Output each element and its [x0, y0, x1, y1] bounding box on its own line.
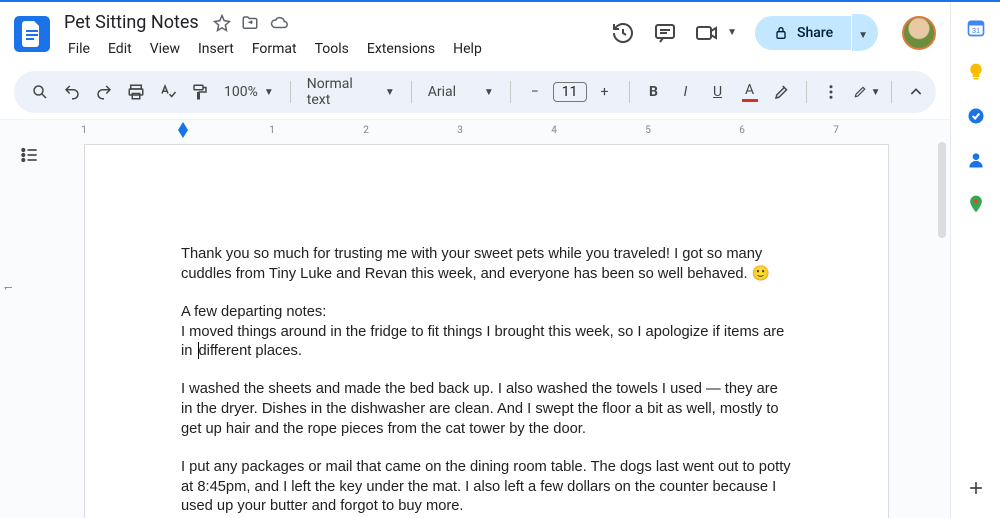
share-dropdown[interactable]: ▼ — [852, 14, 878, 51]
font-dropdown[interactable]: Arial▼ — [422, 84, 500, 100]
comments-icon[interactable] — [653, 21, 677, 45]
increase-font-icon[interactable]: + — [591, 78, 619, 106]
cloud-status-icon[interactable] — [269, 14, 289, 32]
contacts-icon[interactable] — [966, 150, 986, 170]
docs-logo[interactable] — [14, 16, 50, 52]
maps-icon[interactable] — [966, 194, 986, 214]
paint-format-icon[interactable] — [186, 78, 214, 106]
meet-icon[interactable]: ▼ — [695, 21, 737, 45]
ruler-num: 5 — [645, 125, 651, 136]
ruler-num: 7 — [833, 125, 839, 136]
menu-edit[interactable]: Edit — [100, 37, 140, 61]
paragraph[interactable]: A few departing notes:I moved things aro… — [181, 303, 792, 363]
history-icon[interactable] — [611, 21, 635, 45]
ruler-num: 2 — [363, 125, 369, 136]
menu-tools[interactable]: Tools — [307, 37, 357, 61]
paragraph-style-dropdown[interactable]: Normal text▼ — [301, 76, 401, 108]
vertical-ruler: 1 — [4, 146, 20, 518]
share-label: Share — [797, 25, 833, 41]
zoom-value: 100% — [224, 84, 258, 100]
svg-text:31: 31 — [971, 26, 979, 35]
collapse-toolbar-icon[interactable] — [902, 78, 930, 106]
keep-icon[interactable] — [966, 62, 986, 82]
redo-icon[interactable] — [90, 78, 118, 106]
decrease-font-icon[interactable]: − — [521, 78, 549, 106]
ruler-num: 1 — [269, 125, 275, 136]
print-icon[interactable] — [122, 78, 150, 106]
menu-file[interactable]: File — [60, 37, 98, 61]
horizontal-ruler[interactable]: 1 1 2 3 4 5 6 7 — [84, 120, 920, 136]
ruler-num: 1 — [81, 125, 87, 136]
ruler-num: 3 — [457, 125, 463, 136]
calendar-icon[interactable]: 31 — [966, 18, 986, 38]
toolbar: 100%▼ Normal text▼ Arial▼ − 11 + B I U A… — [14, 71, 936, 113]
account-avatar[interactable] — [902, 16, 936, 50]
italic-icon[interactable]: I — [672, 78, 700, 106]
doc-title[interactable]: Pet Sitting Notes — [60, 10, 203, 35]
menu-extensions[interactable]: Extensions — [359, 37, 443, 61]
menu-help[interactable]: Help — [445, 37, 490, 61]
document-page[interactable]: Thank you so much for trusting me with y… — [84, 144, 889, 518]
scrollbar-thumb[interactable] — [938, 142, 946, 238]
style-value: Normal text — [307, 76, 379, 108]
share-button[interactable]: Share — [755, 16, 851, 50]
more-icon[interactable] — [817, 78, 845, 106]
bold-icon[interactable]: B — [640, 78, 668, 106]
ruler-num: 6 — [739, 125, 745, 136]
text-cursor — [198, 342, 199, 359]
font-size-input[interactable]: 11 — [553, 82, 587, 102]
ruler-num: 4 — [551, 125, 557, 136]
menu-view[interactable]: View — [142, 37, 188, 61]
spellcheck-icon[interactable] — [154, 78, 182, 106]
indent-marker-left[interactable] — [178, 130, 188, 138]
paragraph[interactable]: I put any packages or mail that came on … — [181, 458, 792, 518]
tasks-icon[interactable] — [966, 106, 986, 126]
indent-marker-first[interactable] — [178, 122, 188, 130]
side-panel: 31 — [950, 2, 1000, 518]
font-value: Arial — [428, 84, 456, 100]
text-color-icon[interactable]: A — [736, 78, 764, 106]
star-icon[interactable] — [213, 14, 231, 32]
undo-icon[interactable] — [58, 78, 86, 106]
paragraph[interactable]: I washed the sheets and made the bed bac… — [181, 380, 792, 440]
editing-mode-icon[interactable]: ▼ — [853, 78, 881, 106]
underline-icon[interactable]: U — [704, 78, 732, 106]
move-icon[interactable] — [241, 14, 259, 32]
zoom-dropdown[interactable]: 100%▼ — [218, 84, 280, 100]
menu-format[interactable]: Format — [244, 37, 305, 61]
get-addons-icon[interactable] — [966, 478, 986, 498]
menu-bar: File Edit View Insert Format Tools Exten… — [60, 37, 601, 61]
paragraph[interactable]: Thank you so much for trusting me with y… — [181, 245, 792, 285]
search-icon[interactable] — [26, 78, 54, 106]
menu-insert[interactable]: Insert — [190, 37, 242, 61]
highlight-icon[interactable] — [768, 78, 796, 106]
